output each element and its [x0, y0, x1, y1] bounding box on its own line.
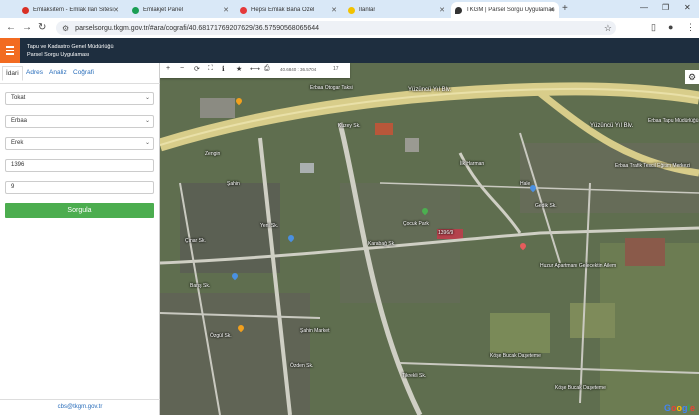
- map-label: Köşe Bucak Daşeteme: [555, 385, 606, 391]
- map-label: Barış Sk.: [190, 283, 211, 289]
- map-label: Özden Sk.: [290, 363, 314, 369]
- emlaksitem-favicon-icon: [22, 6, 29, 14]
- province-value: Tokat: [11, 95, 26, 101]
- zoom-in-icon[interactable]: +: [166, 65, 170, 72]
- tab-label: Emlaksitem - Emlak İlan Sitesi -: [33, 7, 118, 13]
- map-label-road: Yüzüncü Yıl Blv.: [590, 123, 634, 129]
- forward-arrow-icon[interactable]: →: [22, 22, 32, 33]
- map-label: Yeni Sk.: [260, 223, 279, 229]
- tab-label: Emlakjet Panel: [143, 7, 184, 13]
- neighborhood-value: Erek: [11, 140, 24, 146]
- zoom-level: 17: [333, 66, 339, 72]
- browser-tab-hepsiemlak[interactable]: Hepsi Emlak Bana Özel ✕: [236, 2, 341, 18]
- new-tab-button[interactable]: +: [562, 3, 568, 14]
- map-label: Zengin: [205, 151, 221, 157]
- footer-email-link[interactable]: cbs@tkgm.gov.tr: [0, 399, 160, 415]
- fullscreen-icon[interactable]: ⛶: [208, 65, 213, 73]
- close-icon[interactable]: ✕: [113, 6, 119, 14]
- reload-icon[interactable]: ↻: [38, 22, 46, 33]
- browser-tab-emlaksitem[interactable]: Emlaksitem - Emlak İlan Sitesi - ✕: [18, 2, 123, 18]
- chevron-down-icon: ⌄: [144, 140, 150, 146]
- print-icon[interactable]: ⎙: [264, 65, 270, 73]
- tab-label: TKGM | Parsel Sorgu Uygulaması: [466, 7, 555, 13]
- close-icon[interactable]: ✕: [223, 6, 229, 14]
- satellite-map[interactable]: [160, 63, 699, 415]
- panel-tabs: İdari Adres Analiz Coğrafi: [0, 63, 160, 84]
- browser-tab-tkgm[interactable]: TKGM | Parsel Sorgu Uygulaması ✕: [451, 2, 559, 18]
- location-pin-icon: [455, 6, 462, 14]
- map-label: Kuzey Sk.: [338, 123, 361, 129]
- map-label: Şahin Market: [300, 328, 330, 334]
- coordinate-readout: 40.6840 : 36.5704: [280, 67, 317, 72]
- map-label: Özgül Sk.: [210, 333, 232, 339]
- map-label: Şahin: [227, 181, 240, 187]
- province-select[interactable]: Tokat ⌄: [5, 92, 154, 105]
- app-title: Tapu ve Kadastro Genel Müdürlüğü Parsel …: [27, 43, 114, 59]
- minimize-icon[interactable]: —: [640, 3, 648, 12]
- close-icon[interactable]: ✕: [549, 6, 555, 14]
- info-icon[interactable]: ℹ: [222, 65, 225, 73]
- parcel-label: 1396/9: [438, 230, 454, 236]
- restore-icon[interactable]: ❐: [662, 3, 669, 12]
- zoom-out-icon[interactable]: −: [180, 65, 184, 72]
- map-label: Erbaa Tapu Müdürlüğü: [648, 118, 699, 124]
- query-button[interactable]: Sorgula: [5, 203, 154, 218]
- browser-tab-ilanlar[interactable]: İlanlar ✕: [344, 2, 449, 18]
- favorite-star-icon[interactable]: ★: [236, 65, 242, 73]
- tab-adres[interactable]: Adres: [26, 69, 43, 76]
- district-select[interactable]: Erbaa ⌄: [5, 115, 154, 128]
- app-title-line1: Tapu ve Kadastro Genel Müdürlüğü: [27, 44, 114, 50]
- back-arrow-icon[interactable]: ←: [6, 22, 16, 33]
- tab-analiz[interactable]: Analiz: [49, 69, 67, 76]
- block-input[interactable]: 1396: [5, 159, 154, 172]
- sidebar-icon[interactable]: ▯: [651, 22, 656, 33]
- browser-tab-strip: Emlaksitem - Emlak İlan Sitesi - ✕ Emlak…: [0, 0, 699, 18]
- address-bar[interactable]: ⚙ parselsorgu.tkgm.gov.tr/#ara/cografi/4…: [56, 21, 616, 35]
- map-label: Köşe Bucak Daşeteme: [490, 353, 541, 359]
- map-label: Erbaa Otogar Taksi: [310, 85, 353, 91]
- close-icon[interactable]: ✕: [439, 6, 445, 14]
- map-label: Çocuk Park: [403, 221, 429, 227]
- map-label: Çınar Sk.: [185, 238, 206, 244]
- measure-icon[interactable]: ⟷: [250, 65, 260, 73]
- map-label: Erbaa Trafik Tescil Eğitim Merkezi: [615, 163, 690, 169]
- hamburger-menu-icon[interactable]: [0, 38, 20, 63]
- browser-tab-emlakjet[interactable]: Emlakjet Panel ✕: [128, 2, 233, 18]
- map-label-road: Yüzüncü Yıl Blv.: [408, 87, 452, 93]
- close-window-icon[interactable]: ✕: [684, 3, 691, 12]
- map-label: Karabağ Sk.: [368, 241, 396, 247]
- profile-avatar-icon[interactable]: ●: [668, 22, 673, 32]
- map-toolbar: + − ⟳ ⛶ ℹ ★ ⟷ ⎙ 40.6840 : 36.5704 17: [160, 63, 350, 78]
- map-label: Hale: [520, 181, 531, 187]
- tab-cografi[interactable]: Coğrafi: [73, 69, 94, 76]
- app-header: Tapu ve Kadastro Genel Müdürlüğü Parsel …: [0, 38, 699, 63]
- close-icon[interactable]: ✕: [331, 6, 337, 14]
- browser-toolbar: ← → ↻ ⚙ parselsorgu.tkgm.gov.tr/#ara/cog…: [0, 18, 699, 39]
- app-title-line2: Parsel Sorgu Uygulaması: [27, 52, 90, 58]
- google-logo: Google: [663, 403, 695, 413]
- map-label: İlk Harman: [460, 161, 485, 167]
- url-text: parselsorgu.tkgm.gov.tr/#ara/cografi/40.…: [75, 24, 320, 32]
- settings-gear-icon[interactable]: ⚙: [685, 70, 699, 84]
- tab-label: İlanlar: [359, 7, 376, 13]
- menu-dots-icon[interactable]: ⋮: [686, 22, 695, 33]
- district-value: Erbaa: [11, 118, 28, 124]
- refresh-icon[interactable]: ⟳: [194, 65, 200, 73]
- neighborhood-select[interactable]: Erek ⌄: [5, 137, 154, 150]
- hepsiemlak-favicon-icon: [240, 6, 247, 14]
- map-label: Huzur Apartmanı Gelecektin Ailem: [540, 263, 617, 269]
- map-label: Tikrekli Sk.: [402, 373, 427, 379]
- emlakjet-favicon-icon: [132, 6, 139, 14]
- parcel-input[interactable]: 9: [5, 181, 154, 194]
- map-label: Gedik Sk.: [535, 203, 557, 209]
- tab-idari[interactable]: İdari: [2, 66, 23, 81]
- ilanlar-favicon-icon: [348, 6, 355, 14]
- bookmark-star-icon[interactable]: ☆: [604, 23, 612, 34]
- tab-label: Hepsi Emlak Bana Özel: [251, 7, 315, 13]
- chevron-down-icon: ⌄: [144, 118, 150, 124]
- site-info-icon[interactable]: ⚙: [62, 24, 69, 33]
- query-panel: İdari Adres Analiz Coğrafi Tokat ⌄ Erbaa…: [0, 63, 160, 415]
- map-view[interactable]: + − ⟳ ⛶ ℹ ★ ⟷ ⎙ 40.6840 : 36.5704 17 ⚙ E…: [160, 63, 699, 415]
- chevron-down-icon: ⌄: [144, 95, 150, 101]
